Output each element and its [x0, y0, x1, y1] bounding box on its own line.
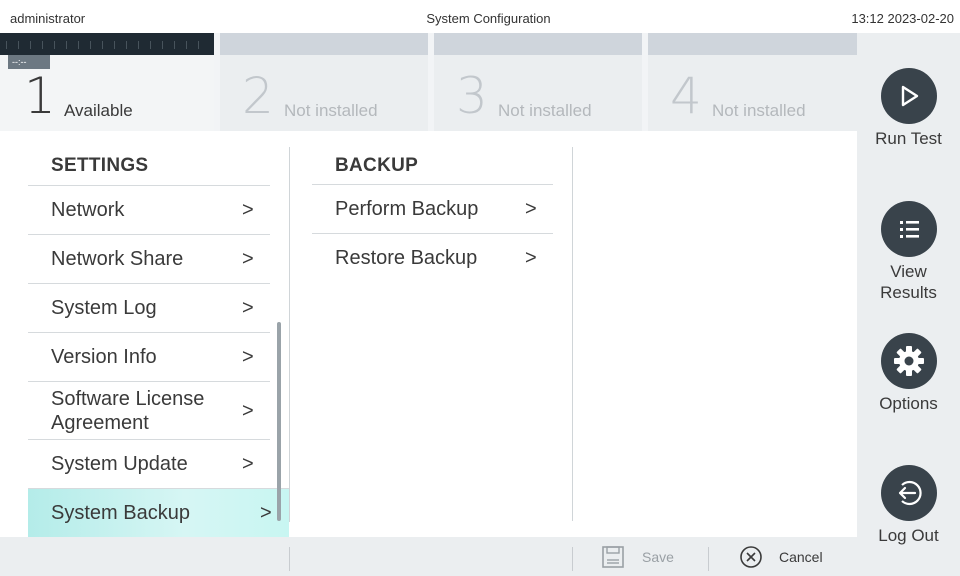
log-out-icon	[880, 465, 937, 521]
module-status: Not installed	[284, 101, 378, 120]
module-1[interactable]: --:-- 1 Available	[0, 33, 214, 131]
cancel-icon	[740, 546, 762, 568]
settings-item-version-info[interactable]: Version Info >	[28, 332, 270, 381]
separator	[572, 547, 573, 571]
module-status: Available	[64, 101, 133, 120]
app-window: administrator System Configuration 13:12…	[0, 0, 960, 576]
chevron-right-icon: >	[242, 346, 254, 368]
backup-heading: BACKUP	[335, 155, 419, 176]
module-status: Not installed	[498, 101, 592, 120]
chevron-right-icon: >	[242, 400, 254, 422]
cancel-label: Cancel	[779, 549, 823, 565]
save-label: Save	[642, 549, 674, 565]
module-number: 3	[456, 67, 488, 125]
settings-scrollbar[interactable]	[277, 322, 281, 521]
module-4[interactable]: 4 Not installed	[648, 33, 857, 131]
backup-item-perform-backup[interactable]: Perform Backup >	[312, 184, 553, 233]
options-label: Options	[879, 394, 938, 413]
module-number: 4	[670, 67, 702, 125]
column-divider	[289, 147, 290, 522]
settings-heading: SETTINGS	[51, 155, 149, 176]
chevron-right-icon: >	[260, 502, 272, 524]
settings-item-network[interactable]: Network >	[28, 185, 270, 234]
column-divider	[572, 147, 573, 521]
module-progress-bar	[0, 33, 214, 55]
run-test-label: Run Test	[875, 129, 942, 148]
configuration-panel: SETTINGS Network > Network Share > Syste…	[0, 131, 857, 537]
chevron-right-icon: >	[242, 248, 254, 270]
module-3[interactable]: 3 Not installed	[434, 33, 642, 131]
backup-item-restore-backup[interactable]: Restore Backup >	[312, 233, 553, 282]
chevron-right-icon: >	[242, 199, 254, 221]
module-progress-bar	[220, 33, 428, 55]
save-button[interactable]: Save	[600, 544, 674, 570]
module-2[interactable]: 2 Not installed	[220, 33, 428, 131]
list-icon	[880, 201, 937, 257]
play-icon	[880, 68, 937, 124]
chevron-right-icon: >	[525, 247, 537, 269]
settings-item-software-license-agreement[interactable]: Software License Agreement >	[28, 381, 270, 439]
clock: 13:12 2023-02-20	[851, 11, 954, 26]
settings-item-system-update[interactable]: System Update >	[28, 439, 270, 488]
cancel-button[interactable]: Cancel	[739, 544, 823, 570]
options-button[interactable]: Options	[857, 333, 960, 414]
chevron-right-icon: >	[242, 453, 254, 475]
right-navigation: Run Test View Results Options Log Out	[857, 33, 960, 576]
separator	[289, 547, 290, 571]
view-results-button[interactable]: View Results	[857, 201, 960, 303]
view-results-label: View Results	[880, 262, 937, 302]
separator	[708, 547, 709, 571]
module-number: 1	[24, 67, 56, 125]
chevron-right-icon: >	[525, 198, 537, 220]
page-title: System Configuration	[426, 11, 551, 26]
log-out-button[interactable]: Log Out	[857, 465, 960, 546]
run-test-button[interactable]: Run Test	[857, 68, 960, 149]
settings-item-system-backup[interactable]: System Backup >	[28, 488, 289, 537]
log-out-label: Log Out	[878, 526, 939, 545]
chevron-right-icon: >	[242, 297, 254, 319]
status-bar: administrator System Configuration 13:12…	[0, 0, 960, 33]
module-progress-bar	[434, 33, 642, 55]
gear-icon	[880, 333, 937, 389]
settings-item-system-log[interactable]: System Log >	[28, 283, 270, 332]
save-icon	[602, 546, 624, 568]
action-bar: Save Cancel	[0, 537, 857, 576]
settings-item-network-share[interactable]: Network Share >	[28, 234, 270, 283]
module-progress-bar	[648, 33, 857, 55]
module-status: Not installed	[712, 101, 806, 120]
module-strip: --:-- 1 Available 2 Not installed 3 Not …	[0, 33, 857, 131]
module-number: 2	[242, 67, 274, 125]
